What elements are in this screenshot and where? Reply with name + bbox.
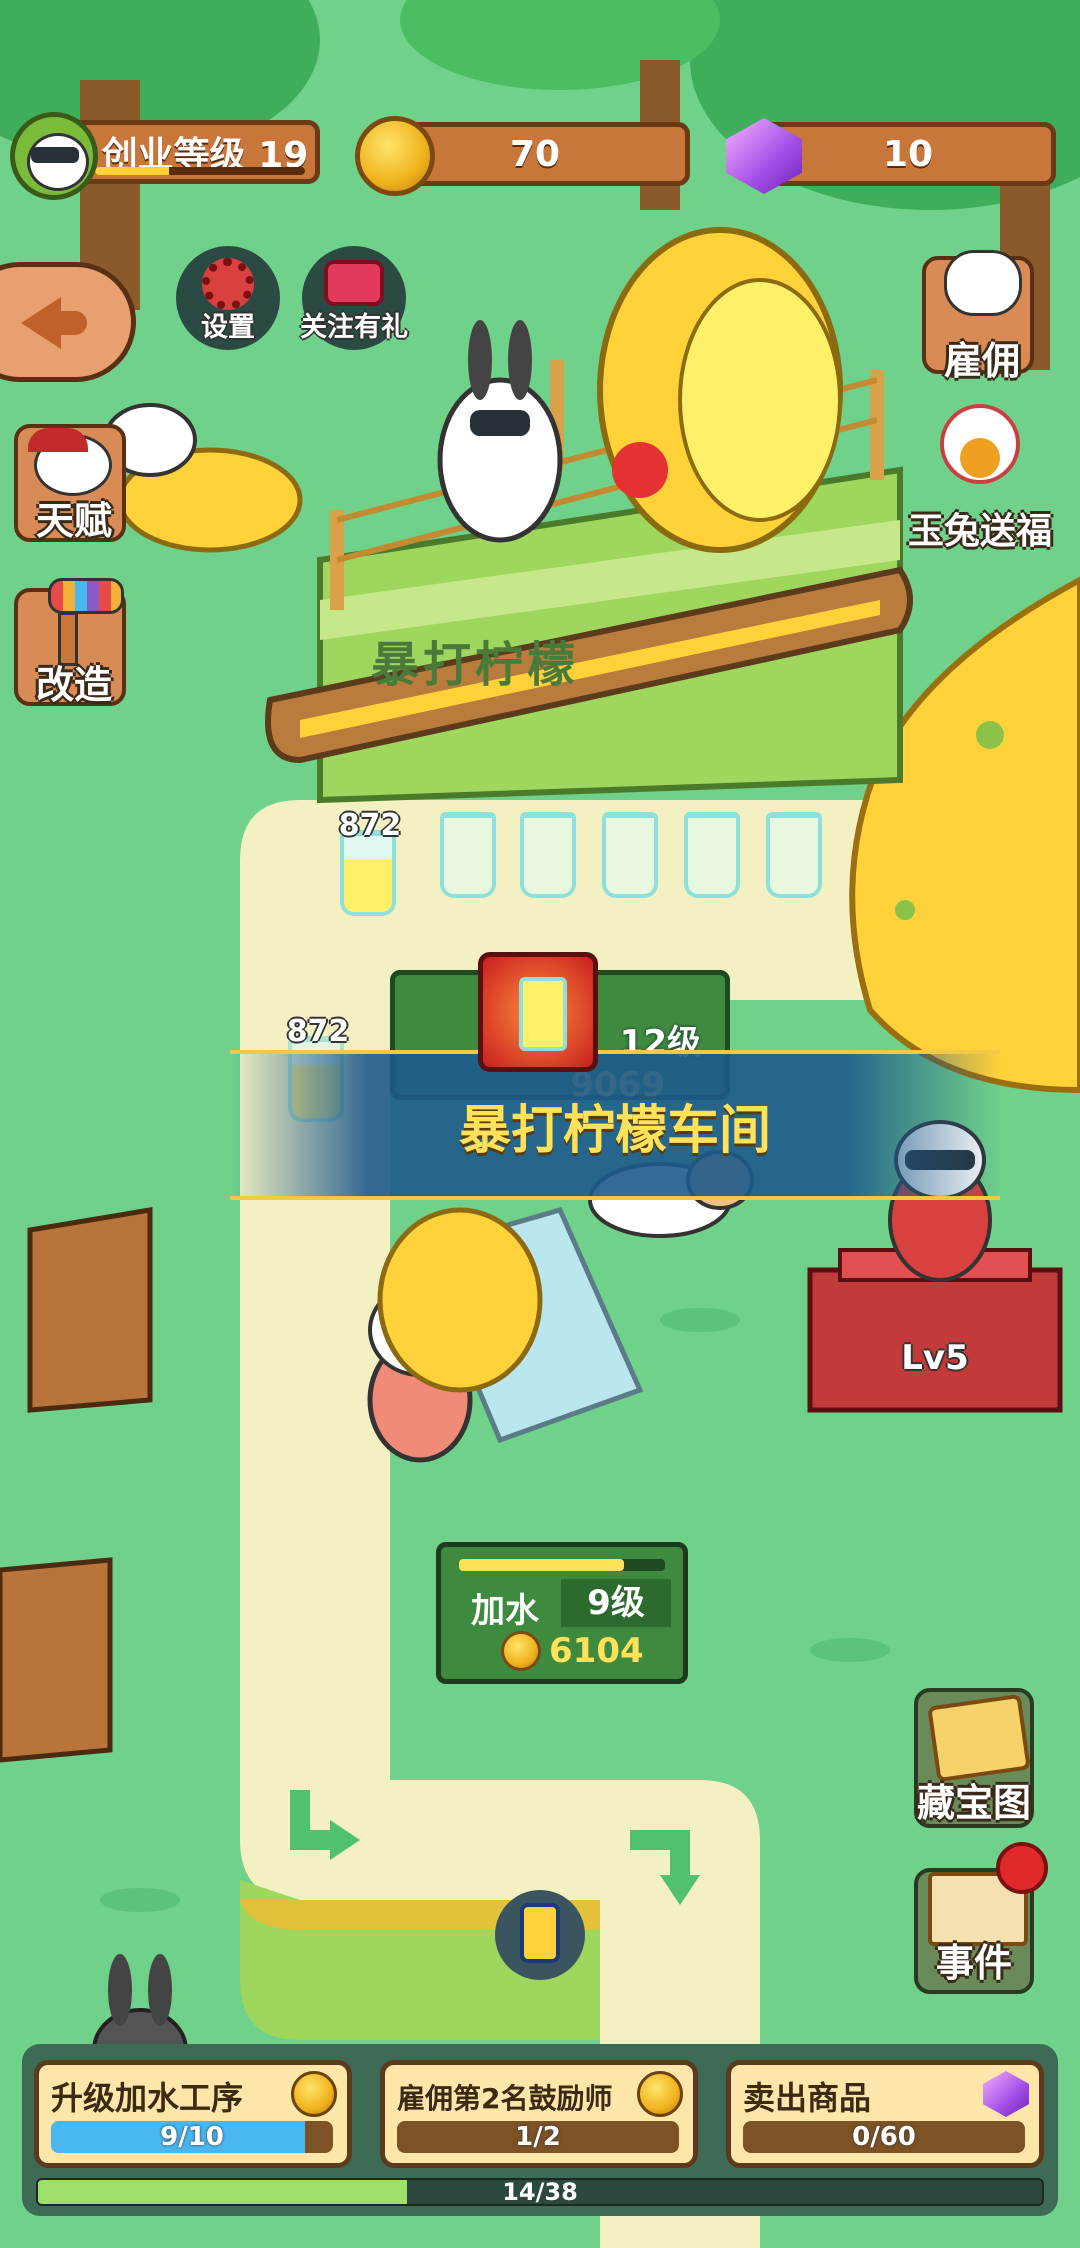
task-panel: 升级加水工序 9/10 雇佣第2名鼓励师 1/2 卖出商品 0/60 14/38	[22, 2044, 1058, 2216]
back-button[interactable]	[0, 262, 136, 382]
task-progress-text: 9/10	[160, 2122, 224, 2152]
events-label: 事件	[935, 1941, 1012, 1985]
coin-icon	[501, 1631, 541, 1671]
glass-count-1: 872	[338, 808, 402, 843]
back-arrow-icon	[21, 297, 61, 349]
coin-amount: 70	[509, 133, 561, 175]
task-progress-text: 1/2	[515, 2122, 561, 2152]
water-station-cost: 6104	[549, 1631, 644, 1671]
water-station-panel[interactable]: 加水 9级 6104	[436, 1542, 688, 1684]
task-progress-bar: 1/2	[397, 2121, 679, 2153]
gear-icon	[202, 258, 254, 310]
talent-label: 天赋	[35, 499, 112, 543]
task-title: 卖出商品	[743, 2079, 872, 2117]
task-progress-bar: 0/60	[743, 2121, 1025, 2153]
settings-label: 设置	[201, 312, 255, 343]
task-progress-text: 0/60	[852, 2122, 916, 2152]
glass-count-2: 872	[286, 1014, 350, 1049]
level-progress-fill	[95, 167, 169, 175]
gift-icon	[324, 260, 384, 306]
task-card[interactable]: 升级加水工序 9/10	[34, 2060, 352, 2168]
encourager-level: Lv5	[901, 1338, 969, 1378]
upgrade-label: 改造	[35, 663, 112, 707]
level-progress-bar	[95, 167, 305, 175]
empty-glass	[602, 812, 658, 898]
water-station-name: 加水	[471, 1591, 539, 1631]
overall-progress-text: 14/38	[502, 2178, 578, 2206]
ring-sign-text: 暴打柠檬	[370, 637, 579, 693]
empty-glass	[766, 812, 822, 898]
task-title: 雇佣第2名鼓励师	[397, 2082, 613, 2115]
ring-sign: 暴打柠檬	[330, 620, 620, 700]
empty-glass	[520, 812, 576, 898]
task-progress-bar: 9/10	[51, 2121, 333, 2153]
empty-glass	[684, 812, 740, 898]
gem-amount: 10	[882, 133, 934, 175]
paint-roller-icon	[48, 578, 124, 614]
treasure-map-icon	[927, 1693, 1031, 1783]
empty-glass	[440, 812, 496, 898]
task-title: 升级加水工序	[51, 2079, 244, 2117]
coin-icon	[355, 116, 435, 196]
overall-progress-bar: 14/38	[36, 2178, 1044, 2206]
coin-icon	[291, 2071, 337, 2117]
workshop-banner: 暴打柠檬车间	[230, 1050, 1000, 1200]
rabbit-blessing-label: 玉兔送福	[907, 511, 1052, 552]
player-avatar[interactable]	[10, 112, 98, 200]
lemon-drink-icon	[478, 952, 598, 1072]
task-card[interactable]: 雇佣第2名鼓励师 1/2	[380, 2060, 698, 2168]
task-card[interactable]: 卖出商品 0/60	[726, 2060, 1044, 2168]
level-bar[interactable]: 创业等级 19	[60, 120, 320, 184]
rabbit-blessing-button[interactable]	[920, 394, 1040, 512]
gem-bar[interactable]: 10	[760, 122, 1056, 186]
follow-gift-label: 关注有礼	[300, 312, 408, 343]
coin-icon	[637, 2071, 683, 2117]
settings-button[interactable]: 设置	[176, 246, 280, 350]
follow-gift-button[interactable]: 关注有礼	[300, 246, 408, 350]
hire-label: 雇佣	[943, 339, 1020, 383]
rabbits-icon	[944, 250, 1022, 316]
treasure-map-label: 藏宝图	[916, 1781, 1031, 1825]
water-station-level: 9级	[561, 1579, 671, 1627]
notification-dot	[996, 1842, 1048, 1894]
gem-icon	[983, 2071, 1029, 2117]
workshop-banner-title: 暴打柠檬车间	[458, 1100, 771, 1161]
glass-row	[340, 812, 900, 912]
